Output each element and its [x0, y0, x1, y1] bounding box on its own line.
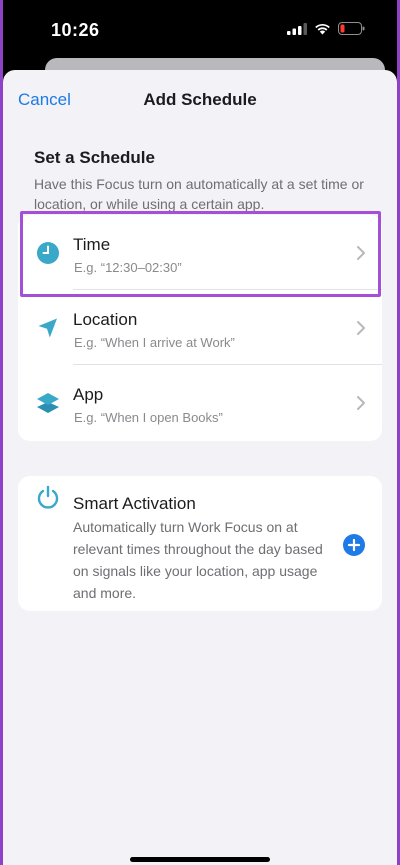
schedule-option-label: Location: [73, 310, 138, 329]
schedule-option-location[interactable]: Location E.g. “When I arrive at Work”: [18, 290, 382, 364]
cellular-signal-icon: [287, 22, 307, 35]
smart-activation-card: Smart Activation Automatically turn Work…: [18, 476, 382, 611]
schedule-option-subtitle: E.g. “When I arrive at Work”: [74, 335, 235, 350]
schedule-option-subtitle: E.g. “When I open Books”: [74, 410, 223, 425]
section-description: Have this Focus turn on automatically at…: [34, 176, 364, 212]
chevron-right-icon: [357, 396, 365, 410]
smart-activation-label: Smart Activation: [73, 494, 196, 513]
page-title: Add Schedule: [143, 90, 257, 109]
status-time: 10:26: [51, 20, 100, 40]
location-arrow-icon: [38, 318, 57, 338]
navigation-bar: Cancel Add Schedule: [3, 70, 397, 130]
schedule-option-label: App: [73, 385, 104, 404]
chevron-right-icon: [357, 321, 365, 335]
battery-icon: [338, 22, 365, 35]
power-icon: [37, 485, 59, 509]
schedule-option-app[interactable]: App E.g. “When I open Books”: [18, 365, 382, 439]
highlight-box: [20, 211, 381, 297]
add-smart-activation-button[interactable]: [343, 534, 365, 556]
phone-screen: 10:26 Cancel Add Schedule Set a Schedule…: [3, 0, 397, 865]
section-title: Set a Schedule: [34, 148, 155, 167]
add-schedule-sheet: Cancel Add Schedule Set a Schedule Have …: [3, 70, 397, 865]
smart-activation-description: Automatically turn Work Focus on at rele…: [73, 519, 323, 601]
status-bar: 10:26: [3, 0, 397, 62]
status-icons: [287, 22, 365, 35]
wifi-icon: [315, 23, 330, 34]
app-layers-icon: [37, 393, 59, 413]
home-indicator[interactable]: [130, 857, 270, 862]
